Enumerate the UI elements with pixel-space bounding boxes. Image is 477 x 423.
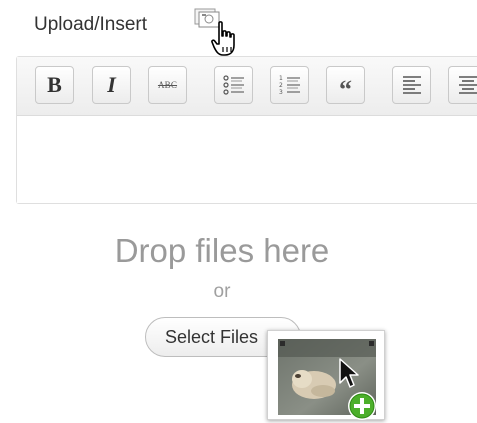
strikethrough-label: ABC	[157, 80, 178, 90]
align-center-icon	[457, 74, 477, 96]
blockquote-label: “	[339, 75, 352, 104]
arrow-cursor-icon	[338, 357, 362, 391]
align-left-icon	[401, 74, 423, 96]
svg-text:3: 3	[279, 89, 283, 96]
upload-insert-label: Upload/Insert	[34, 14, 148, 35]
bold-label: B	[47, 72, 62, 97]
drop-or-text: or	[213, 281, 231, 302]
align-center-button[interactable]	[448, 66, 477, 104]
blockquote-button[interactable]: “	[326, 66, 365, 104]
editor-toolbar: B I ABC 1 2 3 “	[17, 57, 477, 116]
bullet-list-button[interactable]	[214, 66, 253, 104]
strikethrough-button[interactable]: ABC	[148, 66, 187, 104]
svg-text:2: 2	[279, 82, 283, 89]
drop-files-title: Drop files here	[114, 232, 330, 269]
bold-button[interactable]: B	[35, 66, 74, 104]
bullet-list-icon	[222, 73, 246, 97]
italic-label: I	[107, 72, 116, 97]
editor-content-area[interactable]	[17, 116, 477, 203]
italic-button[interactable]: I	[92, 66, 131, 104]
post-editor: B I ABC 1 2 3 “	[16, 56, 477, 204]
numbered-list-icon: 1 2 3	[278, 73, 302, 97]
svg-text:1: 1	[279, 75, 283, 82]
media-upload-page: Upload/Insert B I ABC 1 2 3 “ Drop files…	[0, 0, 477, 423]
numbered-list-button[interactable]: 1 2 3	[270, 66, 309, 104]
add-plus-icon	[346, 390, 378, 422]
hand-pointer-icon	[211, 21, 247, 59]
align-left-button[interactable]	[392, 66, 431, 104]
